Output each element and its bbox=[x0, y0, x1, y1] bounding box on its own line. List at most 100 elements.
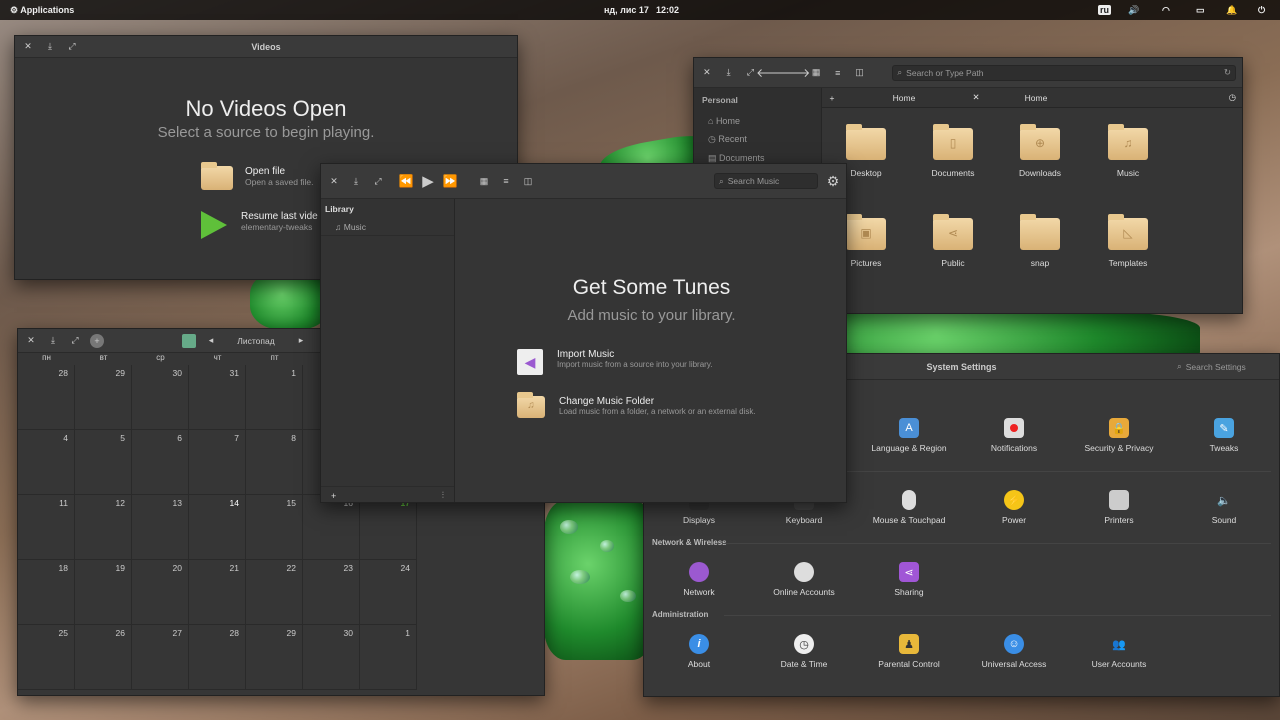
folder-downloads[interactable]: ⊕ Downloads bbox=[1005, 124, 1075, 178]
close-icon[interactable]: ✕ bbox=[700, 66, 714, 80]
calendar-day[interactable]: 29 bbox=[246, 625, 303, 690]
add-event-icon[interactable]: + bbox=[90, 333, 104, 348]
next-month-icon[interactable]: ▸ bbox=[294, 334, 308, 348]
add-playlist-icon[interactable]: + bbox=[331, 491, 336, 501]
new-tab-icon[interactable]: + bbox=[822, 93, 842, 103]
resume-button[interactable]: Resume last vide elementary-tweaks bbox=[201, 211, 318, 239]
calendar-day[interactable]: 12 bbox=[75, 495, 132, 560]
path-bar[interactable]: ⌕ Search or Type Path ↻ bbox=[892, 64, 1236, 81]
setting-language[interactable]: A Language & Region bbox=[859, 418, 959, 453]
setting-sound[interactable]: 🔈 Sound bbox=[1174, 490, 1274, 526]
calendar-day[interactable]: 28 bbox=[189, 625, 246, 690]
close-icon[interactable]: ✕ bbox=[327, 174, 341, 188]
folder-public[interactable]: ⋖ Public bbox=[918, 214, 988, 268]
calendar-day[interactable]: 23 bbox=[303, 560, 360, 625]
settings-search[interactable]: ⌕ Search Settings bbox=[1173, 359, 1273, 375]
calendar-day[interactable]: 19 bbox=[75, 560, 132, 625]
notifications-icon[interactable]: 🔔 bbox=[1226, 5, 1237, 16]
setting-online-accounts[interactable]: Online Accounts bbox=[754, 562, 854, 597]
calendar-day[interactable]: 1 bbox=[360, 625, 417, 690]
calendar-day[interactable]: 8 bbox=[246, 430, 303, 495]
panel-time[interactable]: 12:02 bbox=[656, 5, 679, 15]
calendar-day[interactable]: 5 bbox=[75, 430, 132, 495]
reload-icon[interactable]: ↻ bbox=[1224, 67, 1231, 78]
equalizer-icon[interactable]: ⫶ bbox=[442, 490, 444, 501]
calendar-day[interactable]: 14 bbox=[189, 495, 246, 560]
download-icon[interactable]: ⤓ bbox=[43, 40, 57, 54]
open-file-button[interactable]: Open file Open a saved file. bbox=[201, 162, 314, 190]
forward-icon[interactable]: 🡒 bbox=[778, 66, 810, 80]
grid-view-icon[interactable]: ▦ bbox=[477, 174, 491, 188]
grid-view-icon[interactable]: ▦ bbox=[809, 66, 823, 80]
setting-parental[interactable]: ♟ Parental Control bbox=[859, 634, 959, 669]
setting-user-accounts[interactable]: 👥 User Accounts bbox=[1069, 634, 1169, 670]
change-folder-button[interactable]: ♫ Change Music Folder Load music from a f… bbox=[517, 392, 756, 418]
sidebar-item-recent[interactable]: ◷ Recent bbox=[694, 130, 821, 149]
calendar-day[interactable]: 24 bbox=[360, 560, 417, 625]
calendar-day[interactable]: 13 bbox=[132, 495, 189, 560]
maximize-icon[interactable]: ⤢ bbox=[68, 334, 82, 348]
setting-power[interactable]: ⚡ Power bbox=[964, 490, 1064, 525]
back-icon[interactable]: 🡐 bbox=[756, 66, 788, 80]
import-music-button[interactable]: ◀ Import Music Import music from a source… bbox=[517, 349, 712, 375]
maximize-icon[interactable]: ⤢ bbox=[65, 40, 79, 54]
rewind-icon[interactable]: ⏪ bbox=[399, 174, 414, 188]
calendar-day[interactable]: 30 bbox=[132, 365, 189, 430]
folder-music[interactable]: ♫ Music bbox=[1093, 124, 1163, 178]
setting-notifications[interactable]: Notifications bbox=[964, 418, 1064, 453]
calendar-day[interactable]: 21 bbox=[189, 560, 246, 625]
calendar-day[interactable]: 17 bbox=[360, 495, 417, 560]
setting-printers[interactable]: Printers bbox=[1069, 490, 1169, 525]
applications-menu[interactable]: ⚙ Applications bbox=[10, 5, 74, 16]
prev-month-icon[interactable]: ◂ bbox=[204, 334, 218, 348]
calendar-day[interactable]: 29 bbox=[75, 365, 132, 430]
history-icon[interactable]: ◷ bbox=[1229, 92, 1242, 103]
panel-date[interactable]: нд, лис 17 bbox=[604, 5, 649, 15]
calendar-day[interactable]: 7 bbox=[189, 430, 246, 495]
tab-home-2[interactable]: Home bbox=[986, 93, 1086, 103]
folder-documents[interactable]: ▯ Documents bbox=[918, 124, 988, 178]
column-view-icon[interactable]: ◫ bbox=[853, 66, 867, 80]
setting-mouse[interactable]: Mouse & Touchpad bbox=[859, 490, 959, 525]
calendar-day[interactable]: 28 bbox=[18, 365, 75, 430]
download-icon[interactable]: ⤓ bbox=[46, 334, 60, 348]
fast-forward-icon[interactable]: ⏩ bbox=[443, 174, 458, 188]
folder-snap[interactable]: snap bbox=[1005, 214, 1075, 268]
setting-universal-access[interactable]: ☺ Universal Access bbox=[964, 634, 1064, 669]
calendar-day[interactable]: 27 bbox=[132, 625, 189, 690]
calendar-day[interactable]: 1 bbox=[246, 365, 303, 430]
calendar-day[interactable]: 18 bbox=[18, 560, 75, 625]
play-icon[interactable]: ▶ bbox=[421, 173, 435, 190]
sidebar-item-music[interactable]: ♫ Music bbox=[321, 219, 454, 236]
folder-templates[interactable]: ◺ Templates bbox=[1093, 214, 1163, 268]
setting-about[interactable]: i About bbox=[649, 634, 749, 669]
calendar-day[interactable]: 20 bbox=[132, 560, 189, 625]
calendar-day[interactable]: 4 bbox=[18, 430, 75, 495]
calendar-day[interactable]: 31 bbox=[189, 365, 246, 430]
calendar-day[interactable]: 11 bbox=[18, 495, 75, 560]
setting-security[interactable]: 🔒 Security & Privacy bbox=[1069, 418, 1169, 453]
calendar-day[interactable]: 26 bbox=[75, 625, 132, 690]
list-view-icon[interactable]: ≡ bbox=[499, 174, 513, 188]
source-icon[interactable] bbox=[182, 333, 196, 348]
calendar-day[interactable]: 16 bbox=[303, 495, 360, 560]
calendar-day[interactable]: 22 bbox=[246, 560, 303, 625]
sidebar-item-home[interactable]: ⌂ Home bbox=[694, 112, 821, 130]
tab-home-1[interactable]: Home bbox=[842, 93, 966, 103]
close-tab-icon[interactable]: ✕ bbox=[966, 92, 986, 103]
download-icon[interactable]: ⤓ bbox=[349, 174, 363, 188]
calendar-day[interactable]: 25 bbox=[18, 625, 75, 690]
battery-icon[interactable]: ▭ bbox=[1196, 5, 1205, 16]
calendar-day[interactable]: 30 bbox=[303, 625, 360, 690]
keyboard-layout-indicator[interactable]: ru bbox=[1098, 5, 1111, 15]
download-icon[interactable]: ⤓ bbox=[722, 66, 736, 80]
volume-icon[interactable]: 🔊 bbox=[1128, 5, 1139, 16]
gear-icon[interactable]: ⚙ bbox=[826, 173, 840, 189]
close-icon[interactable]: ✕ bbox=[24, 334, 38, 348]
maximize-icon[interactable]: ⤢ bbox=[371, 174, 385, 188]
calendar-day[interactable]: 15 bbox=[246, 495, 303, 560]
wifi-icon[interactable]: ◠ bbox=[1162, 5, 1170, 16]
setting-sharing[interactable]: ⋖ Sharing bbox=[859, 562, 959, 597]
setting-datetime[interactable]: ◷ Date & Time bbox=[754, 634, 854, 669]
setting-network[interactable]: Network bbox=[649, 562, 749, 597]
